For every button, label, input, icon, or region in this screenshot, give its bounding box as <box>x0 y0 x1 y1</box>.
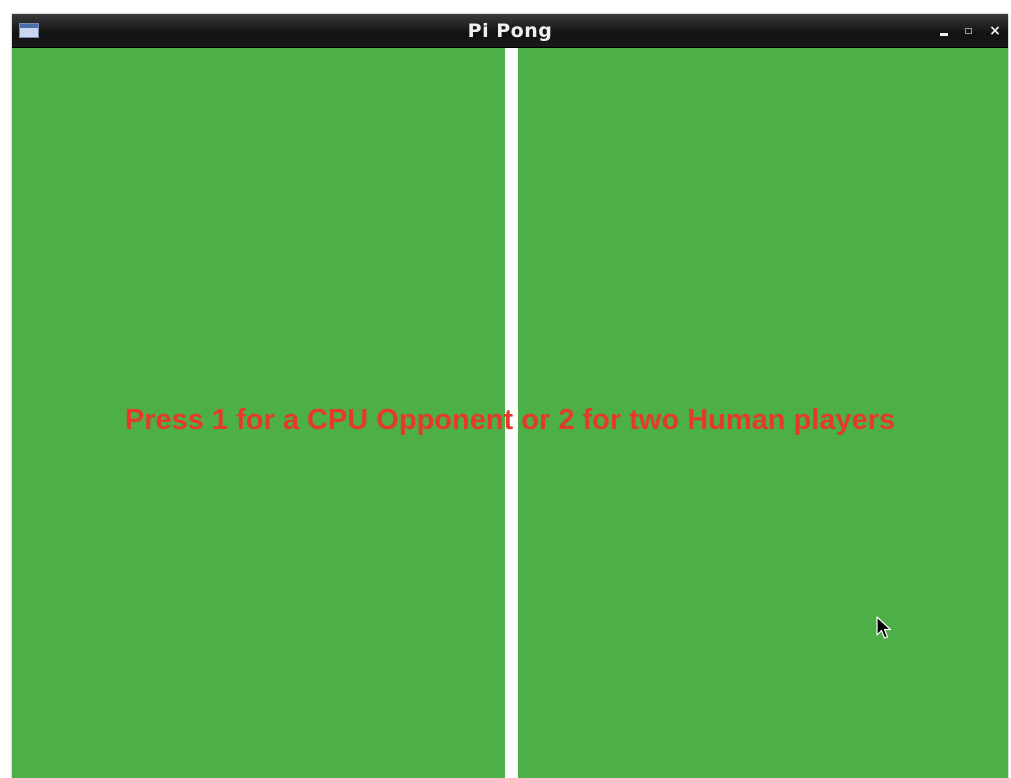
title-bar[interactable]: Pi Pong × <box>12 14 1008 48</box>
desktop: Pi Pong × Press 1 for a CPU Opponent or … <box>0 0 1011 778</box>
game-window: Pi Pong × Press 1 for a CPU Opponent or … <box>12 14 1008 778</box>
minimize-button[interactable] <box>936 22 952 40</box>
player-mode-prompt: Press 1 for a CPU Opponent or 2 for two … <box>124 404 896 436</box>
game-playfield[interactable]: Press 1 for a CPU Opponent or 2 for two … <box>12 48 1008 778</box>
maximize-button[interactable] <box>961 22 977 40</box>
mouse-cursor-icon <box>876 616 892 639</box>
window-title: Pi Pong <box>467 20 553 42</box>
minimize-icon <box>940 33 948 36</box>
close-icon: × <box>989 23 1001 39</box>
maximize-icon <box>965 28 972 34</box>
close-button[interactable]: × <box>987 22 1003 40</box>
